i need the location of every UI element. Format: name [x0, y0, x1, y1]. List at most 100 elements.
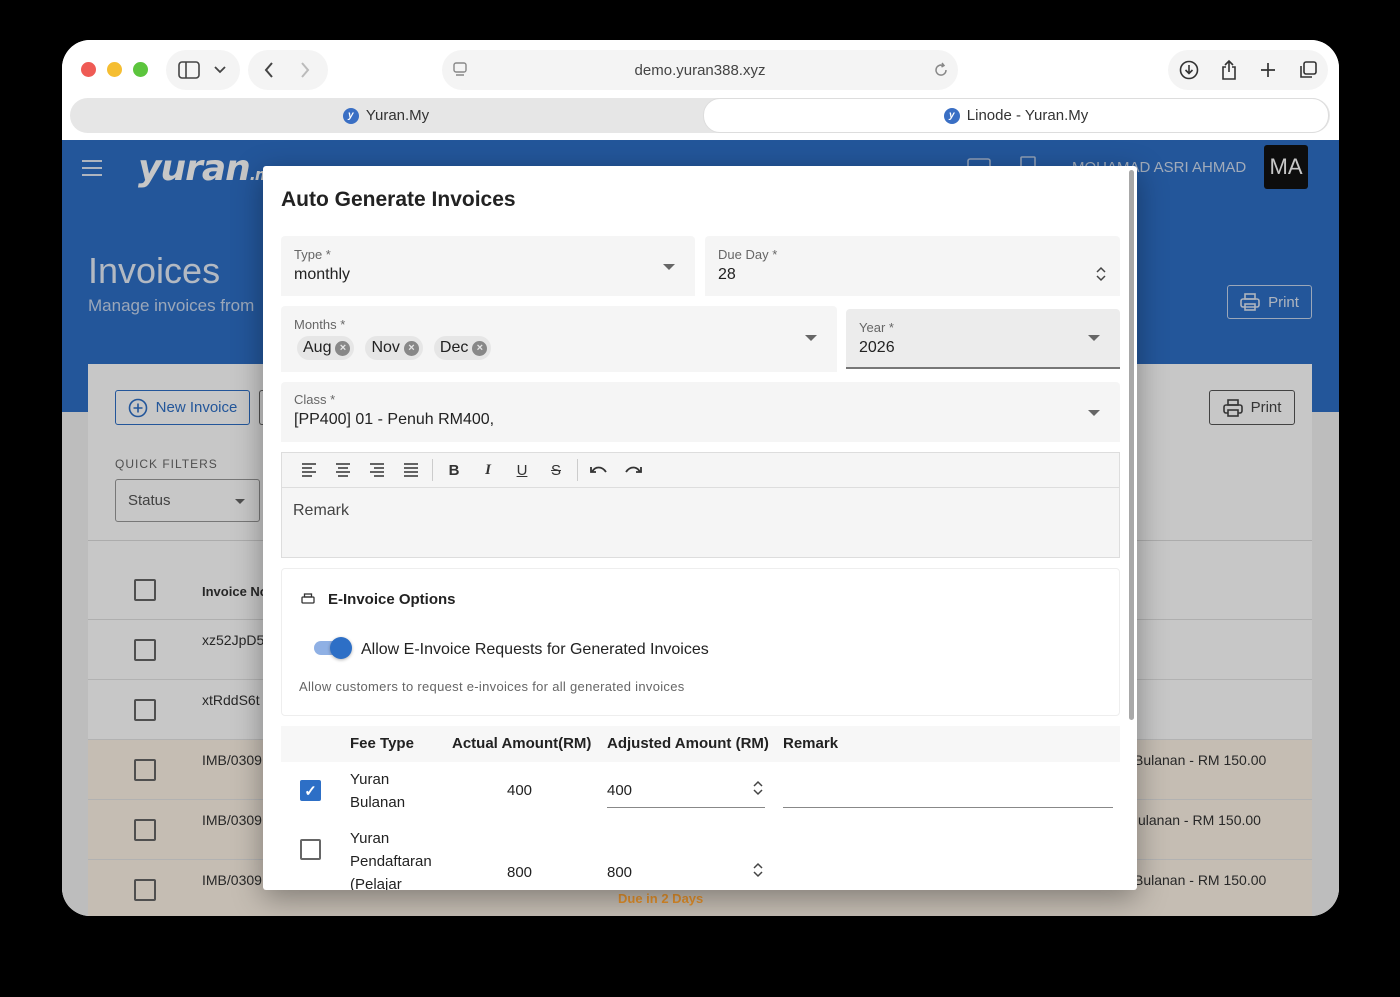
- fee-table-header: Fee Type Actual Amount(RM) Adjusted Amou…: [281, 726, 1120, 762]
- url-text: demo.yuran388.xyz: [634, 62, 766, 79]
- sidebar-toggle-group: [166, 50, 240, 90]
- browser-toolbar: demo.yuran388.xyz: [62, 40, 1339, 100]
- navigation-group: [248, 50, 328, 90]
- adjusted-amount-value: 400: [607, 782, 633, 799]
- close-window-button[interactable]: [81, 62, 96, 77]
- align-left-icon[interactable]: [292, 457, 326, 483]
- stepper-icon[interactable]: [753, 780, 763, 798]
- chip-label: Nov: [371, 339, 400, 356]
- dropdown-arrow-icon: [805, 335, 817, 341]
- tab-label: Linode - Yuran.My: [966, 107, 1089, 124]
- header-actual-amount: Actual Amount(RM): [452, 735, 592, 752]
- header-adjusted-amount: Adjusted Amount (RM): [607, 735, 769, 752]
- class-select[interactable]: Class * [PP400] 01 - Penuh RM400,: [281, 382, 1120, 442]
- tab-overview-icon[interactable]: [1298, 60, 1318, 80]
- back-icon[interactable]: [264, 62, 274, 78]
- stepper-icon[interactable]: [753, 862, 763, 880]
- browser-window: demo.yuran388.xyz y Yuran.My y Linode - …: [62, 40, 1339, 916]
- einvoice-options: E-Invoice Options Allow E-Invoice Reques…: [281, 568, 1120, 716]
- toolbar-divider: [432, 459, 433, 481]
- einvoice-title: E-Invoice Options: [328, 591, 456, 608]
- type-value: monthly: [294, 266, 351, 283]
- address-bar[interactable]: demo.yuran388.xyz: [442, 50, 958, 90]
- chip-aug: Aug ×: [297, 336, 355, 360]
- app-content: yuran.my MOHAMAD ASRI AHMAD MA Invoices …: [62, 140, 1339, 916]
- tab-strip: y Yuran.My y Linode - Yuran.My: [70, 98, 1330, 133]
- year-label: Year *: [859, 320, 894, 335]
- adjusted-amount-input[interactable]: 800: [607, 862, 765, 889]
- fee-name: Yuran Bulanan: [350, 768, 405, 814]
- underline-icon[interactable]: U: [505, 457, 539, 483]
- bold-icon[interactable]: B: [437, 457, 471, 483]
- tab-yuran[interactable]: y Yuran.My: [70, 98, 702, 133]
- due-status: Due in 2 Days: [618, 891, 704, 906]
- fee-name-line: Bulanan: [350, 794, 406, 811]
- toolbar-actions: [1168, 50, 1328, 90]
- adjusted-amount-input[interactable]: 400: [607, 780, 765, 808]
- remove-chip-icon[interactable]: ×: [335, 340, 351, 356]
- redo-icon[interactable]: [616, 457, 650, 483]
- remove-chip-icon[interactable]: ×: [472, 340, 488, 356]
- class-label: Class *: [294, 392, 336, 407]
- toolbar-divider: [577, 459, 578, 481]
- dialog-scrollbar[interactable]: [1129, 170, 1134, 720]
- chevron-down-icon[interactable]: [214, 66, 226, 74]
- dropdown-arrow-icon: [1088, 335, 1100, 341]
- fee-name-line: Yuran: [350, 771, 390, 788]
- sidebar-icon[interactable]: [178, 61, 200, 79]
- align-center-icon[interactable]: [326, 457, 360, 483]
- remark-textarea[interactable]: Remark: [293, 502, 349, 520]
- fee-checkbox-checked[interactable]: ✓: [300, 780, 321, 801]
- einvoice-toggle-label[interactable]: Allow E-Invoice Requests for Generated I…: [361, 641, 709, 659]
- strikethrough-icon[interactable]: S: [539, 457, 573, 483]
- align-right-icon[interactable]: [360, 457, 394, 483]
- header-remark: Remark: [783, 735, 839, 752]
- fee-name-line: Yuran: [350, 830, 390, 847]
- chip-label: Dec: [439, 339, 469, 356]
- fee-row: Yuran Pendaftaran (Pelajar 800 800: [281, 822, 1120, 890]
- zoom-window-button[interactable]: [133, 62, 148, 77]
- auto-generate-dialog: Auto Generate Invoices Type * monthly Du…: [263, 166, 1137, 890]
- due-day-field[interactable]: Due Day * 28: [705, 236, 1120, 296]
- dialog-title: Auto Generate Invoices: [281, 188, 516, 211]
- favicon-icon: y: [943, 107, 960, 124]
- chip-nov: Nov ×: [365, 336, 423, 360]
- chip-dec: Dec ×: [433, 336, 492, 360]
- align-justify-icon[interactable]: [394, 457, 428, 483]
- months-select[interactable]: Months * Aug × Nov × Dec ×: [281, 306, 837, 372]
- fee-checkbox-unchecked[interactable]: [300, 839, 321, 860]
- printer-icon: [301, 593, 315, 608]
- tab-label: Yuran.My: [365, 107, 430, 124]
- download-icon[interactable]: [1179, 60, 1199, 80]
- fee-remark-input[interactable]: [783, 778, 1113, 808]
- stepper-icon[interactable]: [1096, 266, 1106, 284]
- einvoice-toggle[interactable]: [314, 637, 352, 659]
- due-day-value: 28: [718, 266, 736, 283]
- header-fee-type: Fee Type: [350, 735, 414, 752]
- fee-actual-amount: 800: [507, 864, 533, 881]
- type-select[interactable]: Type * monthly: [281, 236, 695, 296]
- share-icon[interactable]: [1220, 59, 1238, 81]
- fee-name-line: Pendaftaran: [350, 853, 432, 870]
- new-tab-icon[interactable]: [1259, 61, 1277, 79]
- remark-editor: B I U S Remark: [281, 452, 1120, 558]
- favicon-icon: y: [342, 107, 359, 124]
- remove-chip-icon[interactable]: ×: [403, 340, 419, 356]
- year-select[interactable]: Year * 2026: [846, 309, 1120, 369]
- year-value: 2026: [859, 339, 895, 356]
- einvoice-help: Allow customers to request e-invoices fo…: [299, 679, 685, 694]
- editor-toolbar: B I U S: [282, 453, 1119, 488]
- fee-table: Fee Type Actual Amount(RM) Adjusted Amou…: [281, 726, 1120, 890]
- tab-linode[interactable]: y Linode - Yuran.My: [703, 98, 1329, 133]
- reload-icon[interactable]: [933, 62, 949, 78]
- italic-icon[interactable]: I: [471, 457, 505, 483]
- class-value: [PP400] 01 - Penuh RM400,: [294, 411, 495, 428]
- dropdown-arrow-icon: [1088, 410, 1100, 416]
- due-day-label: Due Day *: [718, 247, 778, 262]
- undo-icon[interactable]: [582, 457, 616, 483]
- dropdown-arrow-icon: [663, 264, 675, 270]
- minimize-window-button[interactable]: [107, 62, 122, 77]
- fee-name-line: (Pelajar: [350, 876, 402, 890]
- forward-icon[interactable]: [300, 62, 310, 78]
- chip-label: Aug: [303, 339, 332, 356]
